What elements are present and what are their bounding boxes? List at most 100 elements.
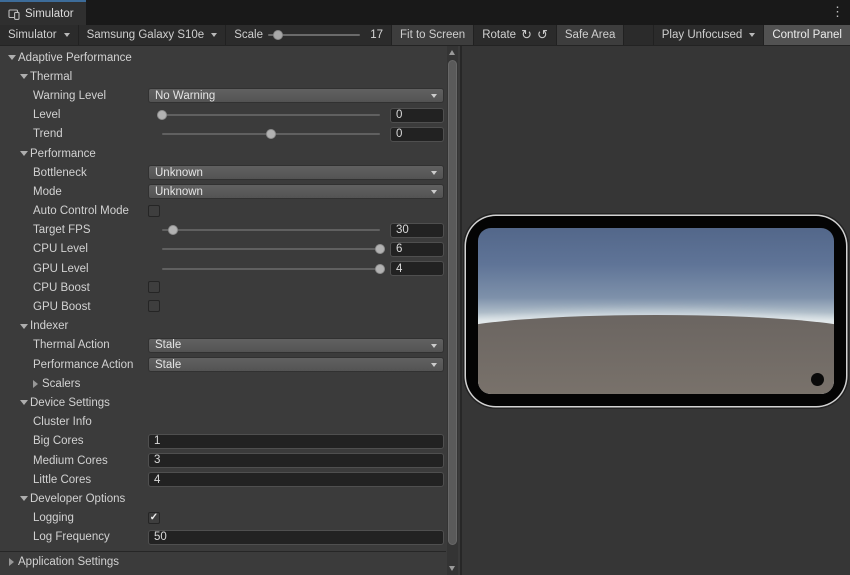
simulator-mode-dropdown[interactable]: Simulator (0, 25, 79, 45)
row-label: Thermal Action (33, 339, 110, 351)
row-label: CPU Level (33, 243, 88, 255)
foldout-open-icon[interactable] (5, 55, 18, 60)
row-label[interactable]: Scalers (42, 378, 80, 390)
row-label: Level (33, 109, 61, 121)
settings-panel-rows: Adaptive Performance Thermal Warning Level… (0, 48, 446, 573)
rotate-group: Rotate ↻ ↺ (474, 25, 557, 45)
big-cores-control: 1 (148, 434, 444, 449)
performance-action-control: Stale (148, 357, 444, 372)
row-label: Medium Cores (33, 455, 108, 467)
row-label[interactable]: Adaptive Performance (18, 52, 132, 64)
row-thermal[interactable]: Thermal (0, 67, 446, 86)
warning-level-control: No Warning (148, 88, 444, 103)
scale-slider-handle[interactable] (273, 30, 283, 40)
foldout-collapsed-icon[interactable] (29, 380, 42, 388)
logging-control: ✓ (148, 511, 444, 526)
rotate-ccw-icon[interactable]: ↺ (537, 29, 548, 42)
target-fps-value-field[interactable]: 30 (390, 223, 444, 238)
level-slider-track[interactable] (162, 114, 380, 116)
foldout-open-icon[interactable] (17, 496, 30, 501)
row-device-settings[interactable]: Device Settings (0, 393, 446, 412)
safe-area-button[interactable]: Safe Area (557, 25, 625, 45)
play-unfocused-dropdown[interactable]: Play Unfocused (654, 25, 765, 45)
trend-slider-track[interactable] (162, 133, 380, 135)
chevron-down-icon (431, 190, 437, 194)
scale-slider[interactable] (268, 26, 360, 44)
panel-scrollbar[interactable] (447, 46, 458, 575)
foldout-open-icon[interactable] (17, 151, 30, 156)
row-thermal-action: Thermal Action Stale (0, 336, 446, 355)
scroll-up-icon[interactable] (449, 50, 455, 55)
scrollbar-thumb[interactable] (448, 60, 457, 545)
gpu-level-slider-track[interactable] (162, 268, 380, 270)
row-label[interactable]: Indexer (30, 320, 68, 332)
row-label[interactable]: Developer Options (30, 493, 125, 505)
bottleneck-control: Unknown (148, 165, 444, 180)
trend-value-field[interactable]: 0 (390, 127, 444, 142)
logging-checkbox[interactable]: ✓ (148, 512, 160, 524)
row-warning-level: Warning LevelNo Warning (0, 86, 446, 105)
dropdown-value: Stale (155, 339, 181, 351)
row-label[interactable]: Device Settings (30, 397, 110, 409)
thermal-action-dropdown[interactable]: Stale (148, 338, 444, 353)
row-developer-options[interactable]: Developer Options (0, 489, 446, 508)
cpu-boost-checkbox[interactable] (148, 281, 160, 293)
chevron-down-icon (431, 94, 437, 98)
mode-dropdown[interactable]: Unknown (148, 184, 444, 199)
row-little-cores: Little Cores4 (0, 470, 446, 489)
bottleneck-dropdown[interactable]: Unknown (148, 165, 444, 180)
log-frequency-field[interactable]: 50 (148, 530, 444, 545)
cpu-level-value-field[interactable]: 6 (390, 242, 444, 257)
trend-slider-handle[interactable] (266, 129, 276, 139)
performance-action-dropdown[interactable]: Stale (148, 357, 444, 372)
foldout-open-icon[interactable] (17, 74, 30, 79)
control-panel: Adaptive Performance Thermal Warning Level… (0, 46, 462, 575)
row-label[interactable]: Application Settings (18, 556, 119, 568)
tab-label: Simulator (25, 8, 74, 20)
chevron-down-icon (431, 363, 437, 367)
triangle-icon (20, 151, 28, 156)
control-panel-label: Control Panel (772, 29, 842, 41)
triangle-icon (8, 55, 16, 60)
device-bezel (466, 216, 846, 406)
level-value-field[interactable]: 0 (390, 108, 444, 123)
tab-simulator[interactable]: Simulator (0, 0, 86, 25)
cpu-level-slider-track[interactable] (162, 248, 380, 250)
window-menu-icon[interactable]: ⋮ (831, 4, 844, 20)
gpu-level-value-field[interactable]: 4 (390, 261, 444, 276)
scale-label: Scale (234, 29, 263, 41)
device-screen[interactable] (478, 228, 834, 394)
chevron-down-icon (211, 33, 217, 37)
level-slider-handle[interactable] (157, 110, 167, 120)
foldout-open-icon[interactable] (17, 400, 30, 405)
gpu-level-slider-handle[interactable] (375, 264, 385, 274)
foldout-open-icon[interactable] (17, 324, 30, 329)
row-adaptive-performance[interactable]: Adaptive Performance (0, 48, 446, 67)
little-cores-field[interactable]: 4 (148, 472, 444, 487)
rotate-cw-icon[interactable]: ↻ (521, 29, 532, 42)
control-panel-button[interactable]: Control Panel (764, 25, 850, 45)
row-indexer[interactable]: Indexer (0, 317, 446, 336)
fit-to-screen-button[interactable]: Fit to Screen (392, 25, 474, 45)
big-cores-field[interactable]: 1 (148, 434, 444, 449)
warning-level-dropdown[interactable]: No Warning (148, 88, 444, 103)
scroll-down-icon[interactable] (449, 566, 455, 571)
auto-control-mode-checkbox[interactable] (148, 205, 160, 217)
row-label[interactable]: Performance (30, 148, 96, 160)
medium-cores-field[interactable]: 3 (148, 453, 444, 468)
target-fps-slider-track[interactable] (162, 229, 380, 231)
gpu-boost-checkbox[interactable] (148, 300, 160, 312)
row-performance[interactable]: Performance (0, 144, 446, 163)
fit-to-screen-label: Fit to Screen (400, 29, 465, 41)
scene-ground (478, 315, 834, 393)
dropdown-value: Stale (155, 359, 181, 371)
device-dropdown[interactable]: Samsung Galaxy S10e (79, 25, 227, 45)
row-application-settings[interactable]: Application Settings (0, 551, 446, 573)
row-label: GPU Level (33, 263, 89, 275)
row-scalers[interactable]: Scalers (0, 374, 446, 393)
cpu-level-slider-handle[interactable] (375, 244, 385, 254)
row-cluster-info: Cluster Info (0, 413, 446, 432)
target-fps-slider-handle[interactable] (168, 225, 178, 235)
row-label[interactable]: Thermal (30, 71, 72, 83)
foldout-collapsed-icon[interactable] (5, 558, 18, 566)
